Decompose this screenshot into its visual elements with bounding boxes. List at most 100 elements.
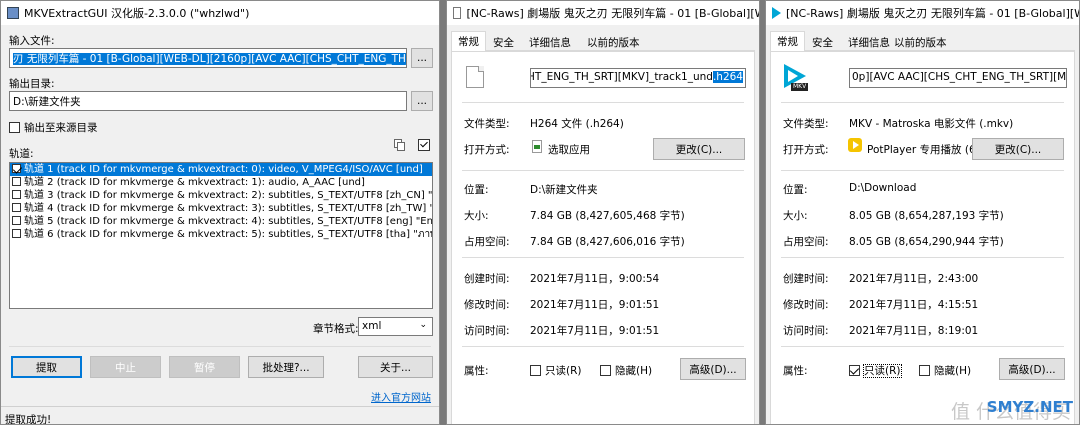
checkbox-icon [919, 365, 930, 376]
modified-value: 2021年7月11日，4:15:51 [849, 299, 979, 311]
disk-size-value: 8.05 GB (8,654,290,944 字节) [849, 236, 1004, 248]
track-item[interactable]: 轨道 3 (track ID for mkvmerge & mkvextract… [10, 189, 432, 202]
checkbox-icon[interactable] [12, 177, 21, 186]
tab-previous-versions[interactable]: 以前的版本 [888, 33, 953, 51]
output-browse-button[interactable]: ... [411, 91, 433, 111]
attributes-label: 属性: [783, 365, 808, 377]
chevron-down-icon: ⌄ [419, 320, 427, 330]
file-type-label: 文件类型: [783, 118, 829, 130]
size-label: 大小: [464, 210, 489, 222]
window-title: MKVExtractGUI 汉化版-2.3.0.0 ("whzlwd") [24, 7, 250, 20]
official-site-link[interactable]: 进入官方网站 [371, 389, 431, 404]
output-dir-label: 输出目录: [9, 78, 55, 90]
checkbox-icon [530, 365, 541, 376]
checkbox-icon[interactable] [12, 203, 21, 212]
created-label: 创建时间: [783, 273, 829, 285]
chapter-format-select[interactable]: xml ⌄ [358, 317, 433, 336]
modified-label: 修改时间: [783, 299, 829, 311]
checkbox-checked-icon [849, 365, 860, 376]
attributes-label: 属性: [464, 365, 489, 377]
accessed-label: 访问时间: [783, 325, 829, 337]
output-dir-field[interactable]: D:\新建文件夹 [9, 91, 407, 111]
track-label: 轨道 5 (track ID for mkvmerge & mkvextract… [24, 216, 433, 227]
batch-button[interactable]: 批处理?... [248, 356, 324, 378]
track-item[interactable]: 轨道 4 (track ID for mkvmerge & mkvextract… [10, 202, 432, 215]
track-item[interactable]: 轨道 1 (track ID for mkvmerge & mkvextract… [10, 163, 432, 176]
created-label: 创建时间: [464, 273, 510, 285]
advanced-button[interactable]: 高级(D)... [999, 358, 1065, 380]
chapter-format-label: 章节格式: [313, 323, 359, 335]
status-bar: 提取成功! [1, 406, 439, 425]
track-list[interactable]: 轨道 1 (track ID for mkvmerge & mkvextract… [9, 162, 433, 309]
checkbox-icon[interactable] [12, 216, 21, 225]
mkv-properties-window: [NC-Raws] 劇場版 鬼灭之刃 无限列车篇 - 01 [B-Global]… [765, 0, 1080, 425]
mkv-badge: MKV [791, 83, 809, 91]
hidden-checkbox[interactable]: 隐藏(H) [600, 363, 652, 378]
title-bar[interactable]: [NC-Raws] 劇場版 鬼灭之刃 无限列车篇 - 01 [B-Global]… [766, 1, 1079, 25]
extract-button[interactable]: 提取 [11, 356, 82, 378]
open-with-label: 打开方式: [783, 144, 829, 156]
input-browse-button[interactable]: ... [411, 48, 433, 68]
watermark-en: SMYZ.NET [986, 398, 1073, 416]
chapter-format-value: xml [362, 320, 382, 332]
checkbox-checked-icon[interactable] [12, 164, 21, 173]
checkbox-icon [600, 365, 611, 376]
modified-value: 2021年7月11日，9:01:51 [530, 299, 660, 311]
tab-general[interactable]: 常规 [770, 31, 805, 52]
file-type-value: H264 文件 (.h264) [530, 118, 624, 130]
readonly-label: 只读(R) [863, 364, 902, 378]
file-icon [453, 7, 462, 19]
track-label: 轨道 3 (track ID for mkvmerge & mkvextract… [24, 190, 433, 201]
tab-security[interactable]: 安全 [487, 33, 520, 51]
advanced-button[interactable]: 高级(D)... [680, 358, 746, 380]
h264-properties-window: [NC-Raws] 劇場版 鬼灭之刃 无限列车篇 - 01 [B-Global]… [446, 0, 760, 425]
checkbox-icon[interactable] [12, 229, 21, 238]
about-button[interactable]: 关于... [358, 356, 433, 378]
accessed-value: 2021年7月11日，9:01:51 [530, 325, 660, 337]
abort-button[interactable]: 中止 [90, 356, 161, 378]
filename-field[interactable]: 0p][AVC AAC][CHS_CHT_ENG_TH_SRT][MKV].mk… [849, 68, 1067, 88]
title-bar[interactable]: MKVExtractGUI 汉化版-2.3.0.0 ("whzlwd") [1, 1, 439, 25]
tab-previous-versions[interactable]: 以前的版本 [581, 33, 646, 51]
checkbox-icon[interactable] [12, 190, 21, 199]
readonly-checkbox[interactable]: 只读(R) [849, 363, 902, 378]
hidden-checkbox[interactable]: 隐藏(H) [919, 363, 971, 378]
file-type-label: 文件类型: [464, 118, 510, 130]
file-type-value: MKV - Matroska 电影文件 (.mkv) [849, 118, 1014, 130]
tab-security[interactable]: 安全 [806, 33, 839, 51]
track-label: 轨道 6 (track ID for mkvmerge & mkvextract… [24, 229, 433, 240]
tab-details[interactable]: 详细信息 [523, 33, 577, 51]
track-item[interactable]: 轨道 6 (track ID for mkvmerge & mkvextract… [10, 228, 432, 241]
app-file-icon [532, 140, 542, 153]
track-label: 轨道 2 (track ID for mkvmerge & mkvextract… [24, 177, 365, 188]
size-value: 7.84 GB (8,427,605,468 字节) [530, 210, 685, 222]
track-item[interactable]: 轨道 2 (track ID for mkvmerge & mkvextract… [10, 176, 432, 189]
window-title: [NC-Raws] 劇場版 鬼灭之刃 无限列车篇 - 01 [B-Global]… [466, 7, 759, 20]
hidden-label: 隐藏(H) [934, 365, 972, 377]
location-value: D:\新建文件夹 [530, 184, 598, 196]
tab-strip: 常规 安全 详细信息 以前的版本 [451, 31, 755, 52]
select-all-checkbox-icon[interactable] [418, 139, 430, 151]
disk-size-label: 占用空间: [464, 236, 510, 248]
created-value: 2021年7月11日，2:43:00 [849, 273, 979, 285]
open-with-value: 选取应用 [548, 144, 590, 156]
general-panel: ][CHS_CHT_ENG_TH_SRT][MKV]_track1_und.h2… [451, 51, 755, 424]
tab-general[interactable]: 常规 [451, 31, 486, 52]
general-panel: MKV 0p][AVC AAC][CHS_CHT_ENG_TH_SRT][MKV… [770, 51, 1075, 424]
status-text: 提取成功! [5, 414, 52, 425]
pause-button[interactable]: 暂停 [169, 356, 240, 378]
title-bar[interactable]: [NC-Raws] 劇場版 鬼灭之刃 无限列车篇 - 01 [B-Global]… [447, 1, 759, 25]
open-with-label: 打开方式: [464, 144, 510, 156]
change-button[interactable]: 更改(C)... [972, 138, 1064, 160]
filename-field[interactable]: ][CHS_CHT_ENG_TH_SRT][MKV]_track1_und.h2… [530, 68, 746, 88]
output-to-source-label: 输出至来源目录 [24, 122, 98, 134]
track-item[interactable]: 轨道 5 (track ID for mkvmerge & mkvextract… [10, 215, 432, 228]
created-value: 2021年7月11日，9:00:54 [530, 273, 660, 285]
output-to-source-checkbox[interactable]: 输出至来源目录 [9, 120, 98, 135]
input-file-field[interactable]: 刃 无限列车篇 - 01 [B-Global][WEB-DL][2160p][A… [9, 48, 407, 68]
window-title: [NC-Raws] 劇場版 鬼灭之刃 无限列车篇 - 01 [B-Global]… [786, 7, 1079, 20]
location-label: 位置: [464, 184, 489, 196]
change-button[interactable]: 更改(C)... [653, 138, 745, 160]
readonly-checkbox[interactable]: 只读(R) [530, 363, 582, 378]
copy-icon[interactable] [394, 139, 405, 151]
